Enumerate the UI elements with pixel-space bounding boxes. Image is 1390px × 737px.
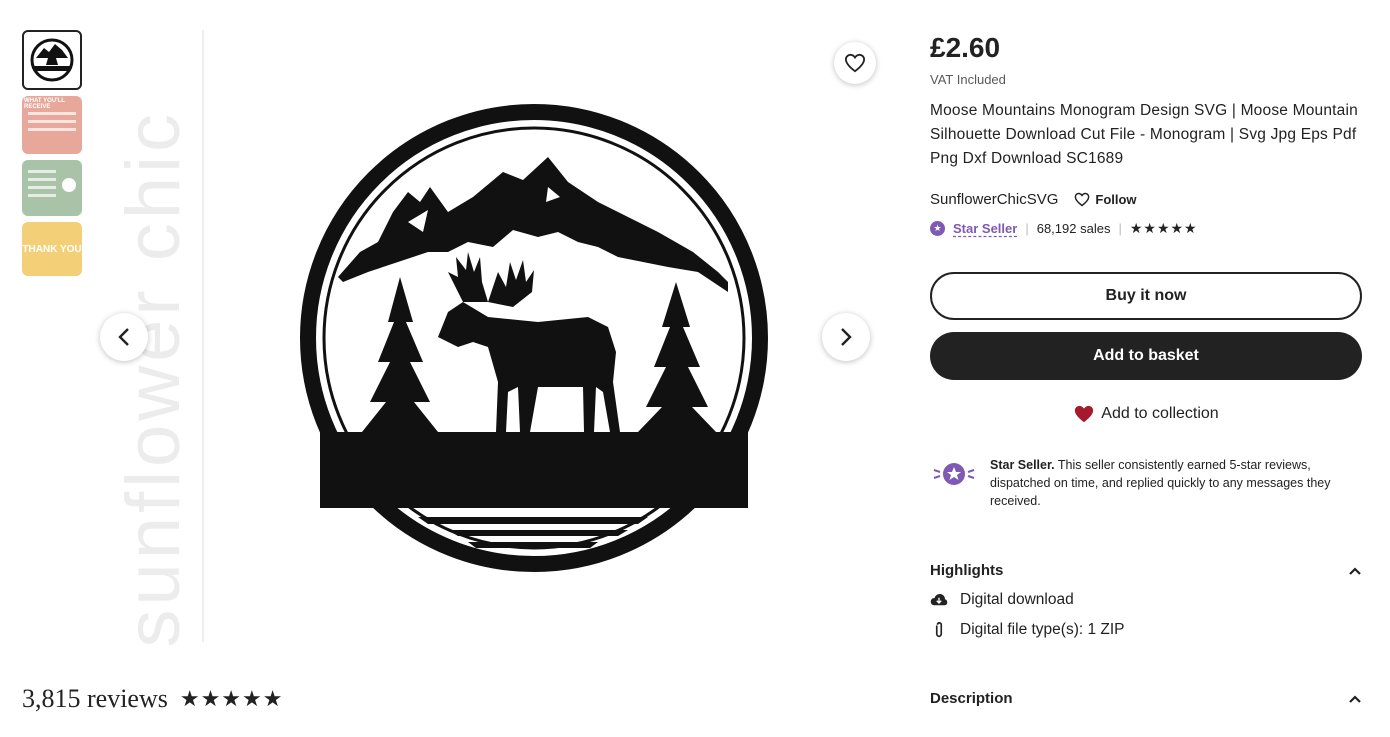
favorite-button[interactable]	[834, 42, 876, 84]
chevron-left-icon	[118, 328, 129, 346]
sales-count: 68,192 sales	[1036, 221, 1111, 236]
next-image-button[interactable]	[822, 313, 870, 361]
previous-image-button[interactable]	[100, 313, 148, 361]
listing-page: WHAT YOU'LL RECEIVE THANK YOU sunflower …	[0, 0, 1390, 737]
reviews-stars: ★★★★★	[179, 686, 284, 711]
description-heading: Description	[930, 690, 1013, 707]
listing-title: Moose Mountains Monogram Design SVG | Mo…	[930, 102, 1358, 167]
star-seller-badge-icon: ★	[930, 221, 945, 236]
highlights-section: Highlights Digital download Digital file…	[930, 562, 1362, 639]
cloud-download-icon	[930, 594, 948, 606]
thumbnail-3-line	[28, 178, 56, 181]
divider: |	[1118, 221, 1122, 236]
chevron-right-icon	[841, 328, 852, 346]
star-seller-icon	[930, 456, 978, 496]
reviews-count[interactable]: 3,815 reviews	[22, 684, 168, 714]
thumbnail-4[interactable]: THANK YOU	[22, 222, 82, 276]
buy-it-now-button[interactable]: Buy it now	[930, 272, 1362, 320]
highlight-label: Digital file type(s): 1 ZIP	[960, 621, 1125, 638]
add-to-basket-button[interactable]: Add to basket	[930, 332, 1362, 380]
sunflower-icon	[62, 178, 76, 192]
thumbnail-3-line	[28, 186, 56, 189]
watermark-text: sunflower chic	[111, 110, 196, 648]
star-seller-info: Star Seller. This seller consistently ea…	[930, 456, 1362, 510]
heart-outline-icon	[1074, 192, 1090, 207]
thumbnail-3-line	[28, 170, 56, 173]
thumbnail-2[interactable]: WHAT YOU'LL RECEIVE	[22, 96, 82, 154]
star-seller-description: Star Seller. This seller consistently ea…	[990, 456, 1362, 510]
chevron-up-icon	[1349, 566, 1361, 575]
shop-rating-stars[interactable]: ★★★★★	[1130, 220, 1198, 237]
thumbnail-1[interactable]	[22, 30, 82, 90]
thumbnail-2-line	[28, 120, 76, 123]
heart-filled-icon	[1075, 405, 1094, 423]
heart-outline-icon	[844, 53, 866, 73]
highlights-heading: Highlights	[930, 562, 1004, 579]
chevron-up-icon	[1349, 694, 1361, 703]
reviews-summary: 3,815 reviews ★★★★★	[22, 684, 283, 714]
thumbnail-3-line	[28, 194, 56, 197]
vat-note: VAT Included	[930, 72, 1006, 87]
watermark-line	[202, 30, 204, 642]
highlight-item: Digital download	[930, 591, 1362, 609]
buy-box: £2.60 VAT Included Moose Mountains Monog…	[930, 30, 1362, 639]
star-seller-heading: Star Seller.	[990, 458, 1055, 472]
highlight-item: Digital file type(s): 1 ZIP	[930, 621, 1362, 639]
thumbnail-1-image	[26, 34, 78, 86]
add-to-collection-button[interactable]: Add to collection	[930, 404, 1362, 424]
paperclip-icon	[935, 622, 943, 638]
divider: |	[1025, 221, 1029, 236]
star-seller-link[interactable]: Star Seller	[953, 221, 1017, 236]
thumbnail-2-label: WHAT YOU'LL RECEIVE	[24, 98, 65, 110]
follow-label: Follow	[1095, 192, 1137, 207]
thumbnail-strip: WHAT YOU'LL RECEIVE THANK YOU	[22, 30, 82, 282]
description-header[interactable]: Description	[930, 690, 1362, 707]
price: £2.60	[930, 32, 1001, 63]
highlights-header[interactable]: Highlights	[930, 562, 1362, 579]
thumbnail-2-line	[28, 112, 76, 115]
seller-meta-row: ★ Star Seller | 68,192 sales | ★★★★★	[930, 220, 1362, 237]
highlight-label: Digital download	[960, 591, 1074, 608]
seller-row: SunflowerChicSVG Follow	[930, 191, 1362, 208]
follow-button[interactable]: Follow	[1074, 192, 1137, 207]
thumbnail-2-line	[28, 128, 76, 131]
add-to-collection-label: Add to collection	[1101, 405, 1219, 422]
moose-mountain-design-image	[300, 104, 768, 572]
description-section: Description	[930, 690, 1362, 707]
shop-name-link[interactable]: SunflowerChicSVG	[930, 191, 1058, 208]
thumbnail-3[interactable]	[22, 160, 82, 216]
thumbnail-4-label: THANK YOU	[22, 243, 82, 255]
